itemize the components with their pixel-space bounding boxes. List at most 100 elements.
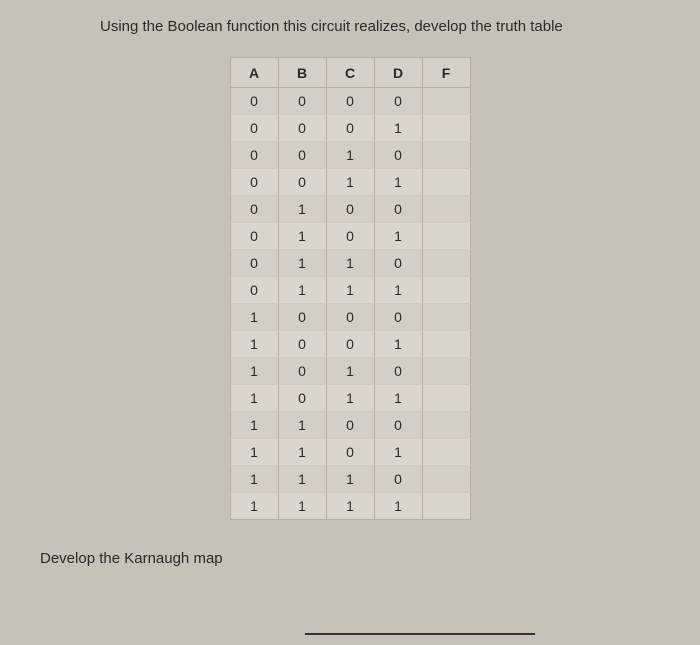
table-cell: 1 <box>326 493 374 520</box>
table-row: 0111 <box>230 277 470 304</box>
table-cell: 0 <box>326 439 374 466</box>
table-cell: 1 <box>230 493 278 520</box>
table-cell: 0 <box>374 88 422 115</box>
table-cell: 1 <box>326 250 374 277</box>
table-cell: 1 <box>374 331 422 358</box>
table-cell: 0 <box>230 115 278 142</box>
col-header-b: B <box>278 58 326 88</box>
table-header-row: A B C D F <box>230 58 470 88</box>
table-cell: 0 <box>278 115 326 142</box>
table-cell: 1 <box>230 304 278 331</box>
underline-rule <box>305 633 535 635</box>
table-cell: 1 <box>230 466 278 493</box>
table-cell: 0 <box>230 169 278 196</box>
table-cell: 1 <box>326 385 374 412</box>
table-cell: 1 <box>230 358 278 385</box>
table-cell <box>422 88 470 115</box>
table-cell: 1 <box>326 169 374 196</box>
table-cell <box>422 277 470 304</box>
instruction-bottom-text: Develop the Karnaugh map <box>40 550 670 567</box>
table-cell: 0 <box>230 142 278 169</box>
table-cell <box>422 115 470 142</box>
table-cell <box>422 142 470 169</box>
table-cell <box>422 385 470 412</box>
col-header-f: F <box>422 58 470 88</box>
table-cell: 1 <box>326 466 374 493</box>
table-cell <box>422 331 470 358</box>
table-cell: 0 <box>278 331 326 358</box>
table-cell: 0 <box>230 250 278 277</box>
table-cell: 0 <box>230 196 278 223</box>
table-cell: 1 <box>326 358 374 385</box>
table-cell: 1 <box>374 493 422 520</box>
table-row: 0001 <box>230 115 470 142</box>
table-cell: 0 <box>278 385 326 412</box>
table-cell: 1 <box>374 277 422 304</box>
table-row: 0110 <box>230 250 470 277</box>
table-cell: 0 <box>278 304 326 331</box>
table-cell <box>422 223 470 250</box>
table-row: 1001 <box>230 331 470 358</box>
table-cell: 1 <box>326 277 374 304</box>
table-cell: 0 <box>326 88 374 115</box>
table-cell: 0 <box>374 412 422 439</box>
table-cell: 0 <box>374 250 422 277</box>
table-cell: 1 <box>374 439 422 466</box>
table-row: 1010 <box>230 358 470 385</box>
table-cell: 0 <box>374 196 422 223</box>
table-cell: 0 <box>230 277 278 304</box>
table-cell: 1 <box>230 331 278 358</box>
table-cell: 1 <box>230 385 278 412</box>
table-cell <box>422 169 470 196</box>
table-row: 1101 <box>230 439 470 466</box>
table-cell <box>422 466 470 493</box>
table-cell <box>422 358 470 385</box>
table-row: 1110 <box>230 466 470 493</box>
table-row: 1100 <box>230 412 470 439</box>
table-row: 0000 <box>230 88 470 115</box>
table-cell: 1 <box>278 439 326 466</box>
table-cell: 0 <box>326 196 374 223</box>
table-cell: 0 <box>374 142 422 169</box>
table-cell: 0 <box>278 88 326 115</box>
table-cell: 0 <box>230 223 278 250</box>
table-row: 1111 <box>230 493 470 520</box>
instruction-top-text: Using the Boolean function this circuit … <box>100 18 670 35</box>
col-header-c: C <box>326 58 374 88</box>
table-row: 0011 <box>230 169 470 196</box>
truth-table-wrapper: A B C D F 000000010010001101000101011001… <box>30 57 670 520</box>
table-row: 1011 <box>230 385 470 412</box>
table-cell: 1 <box>374 115 422 142</box>
table-cell: 1 <box>278 277 326 304</box>
col-header-d: D <box>374 58 422 88</box>
page-container: Using the Boolean function this circuit … <box>0 0 700 587</box>
table-cell: 0 <box>278 358 326 385</box>
table-row: 0101 <box>230 223 470 250</box>
table-cell: 0 <box>326 115 374 142</box>
table-cell: 1 <box>374 385 422 412</box>
table-cell <box>422 412 470 439</box>
table-cell: 1 <box>230 412 278 439</box>
table-cell: 0 <box>278 169 326 196</box>
table-cell <box>422 439 470 466</box>
table-cell: 1 <box>326 142 374 169</box>
table-cell: 1 <box>374 223 422 250</box>
table-row: 0100 <box>230 196 470 223</box>
table-cell: 1 <box>278 466 326 493</box>
truth-table: A B C D F 000000010010001101000101011001… <box>230 57 471 520</box>
table-cell: 0 <box>374 466 422 493</box>
table-cell: 1 <box>374 169 422 196</box>
table-cell: 1 <box>278 196 326 223</box>
table-cell: 1 <box>278 223 326 250</box>
table-cell <box>422 196 470 223</box>
table-cell: 0 <box>230 88 278 115</box>
table-cell <box>422 304 470 331</box>
table-cell <box>422 493 470 520</box>
table-cell: 0 <box>326 304 374 331</box>
table-body: 0000000100100011010001010110011110001001… <box>230 88 470 520</box>
table-cell: 0 <box>326 223 374 250</box>
table-cell: 0 <box>326 331 374 358</box>
table-cell <box>422 250 470 277</box>
table-cell: 0 <box>374 304 422 331</box>
col-header-a: A <box>230 58 278 88</box>
